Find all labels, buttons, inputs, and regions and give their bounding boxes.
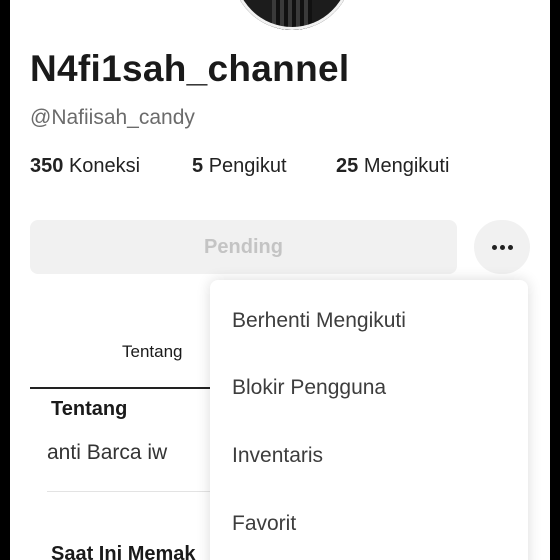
tab-active-indicator	[30, 387, 220, 389]
current-section-title: Saat Ini Memak	[51, 543, 196, 560]
stat-value: 25	[336, 155, 359, 177]
avatar[interactable]	[232, 0, 352, 30]
stat-label: Pengikut	[208, 155, 287, 177]
menu-item-inventory[interactable]: Inventaris	[232, 444, 323, 468]
menu-item-favorites[interactable]: Favorit	[232, 512, 296, 536]
pending-button[interactable]: Pending	[30, 220, 457, 274]
about-bio: anti Barca iw	[47, 441, 168, 464]
stat-label: Koneksi	[68, 155, 141, 177]
more-horizontal-icon	[491, 244, 513, 250]
about-title: Tentang	[51, 398, 128, 420]
display-name: N4fi1sah_channel	[30, 48, 350, 89]
stat-connections[interactable]: 350 Koneksi	[30, 155, 140, 178]
stat-value: 350	[30, 155, 64, 177]
username: @Nafiisah_candy	[30, 106, 195, 129]
stat-value: 5	[192, 155, 204, 177]
stat-following[interactable]: 25 Mengikuti	[336, 155, 449, 178]
profile-screen: N4fi1sah_channel @Nafiisah_candy 350 Kon…	[10, 0, 550, 560]
options-menu: Berhenti Mengikuti Blokir Pengguna Inven…	[210, 280, 528, 560]
stat-label: Mengikuti	[363, 155, 450, 177]
stat-followers[interactable]: 5 Pengikut	[192, 155, 287, 178]
divider	[47, 491, 227, 492]
menu-item-unfollow[interactable]: Berhenti Mengikuti	[232, 309, 406, 333]
more-options-button[interactable]	[474, 220, 530, 274]
tab-about[interactable]: Tentang	[122, 342, 183, 362]
menu-item-block-user[interactable]: Blokir Pengguna	[232, 376, 386, 400]
